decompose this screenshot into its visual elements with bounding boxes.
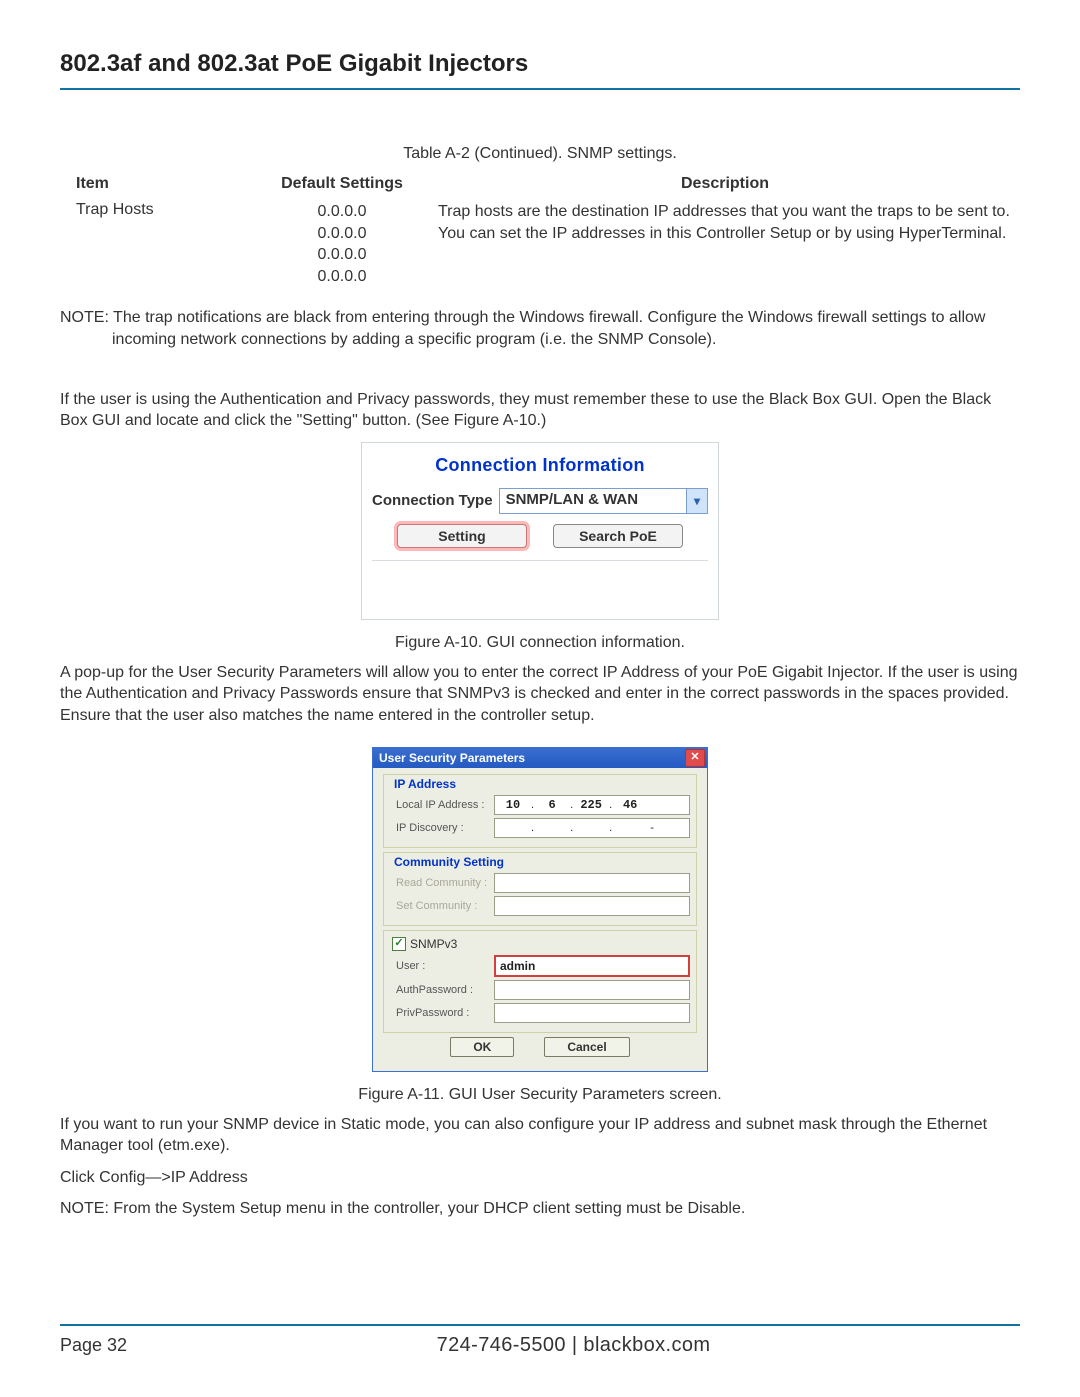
- figure-a11-caption: Figure A-11. GUI User Security Parameter…: [60, 1086, 1020, 1104]
- ip-octet[interactable]: 225: [577, 798, 605, 812]
- user-input[interactable]: admin: [494, 955, 690, 977]
- conn-type-label: Connection Type: [372, 492, 493, 509]
- figure-a10: Connection Information Connection Type S…: [60, 442, 1020, 620]
- conn-lower-panel: [372, 560, 708, 613]
- privpassword-label: PrivPassword :: [390, 1007, 494, 1019]
- page-number: Page 32: [60, 1335, 127, 1356]
- usp-titlebar: User Security Parameters ✕: [373, 748, 707, 768]
- cell-default: 0.0.0.0 0.0.0.0 0.0.0.0 0.0.0.0: [254, 201, 430, 291]
- paragraph: A pop-up for the User Security Parameter…: [60, 662, 1020, 727]
- th-desc: Description: [430, 175, 1020, 201]
- user-label: User :: [390, 960, 494, 972]
- ip-octet[interactable]: 10: [499, 798, 527, 812]
- set-community-input[interactable]: [494, 896, 690, 916]
- ip-discovery-label: IP Discovery :: [390, 822, 494, 834]
- page-footer: Page 32 724-746-5500 | blackbox.com: [60, 1324, 1020, 1357]
- set-community-label: Set Community :: [390, 900, 494, 912]
- figure-a10-caption: Figure A-10. GUI connection information.: [60, 634, 1020, 652]
- paragraph: If you want to run your SNMP device in S…: [60, 1114, 1020, 1157]
- community-heading: Community Setting: [394, 855, 690, 869]
- community-group: Community Setting Read Community : Set C…: [383, 852, 697, 926]
- read-community-input[interactable]: [494, 873, 690, 893]
- cell-desc: Trap hosts are the destination IP addres…: [430, 201, 1020, 291]
- th-item: Item: [60, 175, 254, 201]
- authpassword-label: AuthPassword :: [390, 984, 494, 996]
- table-note: NOTE: The trap notifications are black f…: [60, 307, 1020, 350]
- snmp-table: Item Default Settings Description Trap H…: [60, 175, 1020, 291]
- page-header: 802.3af and 802.3at PoE Gigabit Injector…: [60, 50, 1020, 90]
- table-caption: Table A-2 (Continued). SNMP settings.: [60, 145, 1020, 163]
- ip-octet[interactable]: 6: [538, 798, 566, 812]
- read-community-label: Read Community :: [390, 877, 494, 889]
- table-row: Trap Hosts 0.0.0.0 0.0.0.0 0.0.0.0 0.0.0…: [60, 201, 1020, 291]
- figure-a11: User Security Parameters ✕ IP Address Lo…: [60, 747, 1020, 1072]
- ok-button[interactable]: OK: [450, 1037, 514, 1057]
- search-poe-button[interactable]: Search PoE: [553, 524, 683, 548]
- ip-octet[interactable]: 46: [616, 798, 644, 812]
- privpassword-input[interactable]: [494, 1003, 690, 1023]
- cancel-button[interactable]: Cancel: [544, 1037, 629, 1057]
- paragraph: If the user is using the Authentication …: [60, 389, 1020, 432]
- ip-discovery-input[interactable]: . . . -: [494, 818, 690, 838]
- setting-button[interactable]: Setting: [397, 524, 527, 548]
- local-ip-label: Local IP Address :: [390, 799, 494, 811]
- ip-address-group: IP Address Local IP Address : 10. 6. 225…: [383, 774, 697, 848]
- snmpv3-checkbox[interactable]: ✓ SNMPv3: [392, 937, 690, 951]
- authpassword-input[interactable]: [494, 980, 690, 1000]
- th-default: Default Settings: [254, 175, 430, 201]
- close-icon[interactable]: ✕: [685, 749, 705, 767]
- footer-contact: 724-746-5500 | blackbox.com: [127, 1334, 1020, 1357]
- checkbox-checked-icon: ✓: [392, 937, 406, 951]
- snmpv3-label: SNMPv3: [410, 937, 457, 951]
- conn-type-select[interactable]: SNMP/LAN & WAN ▾: [499, 488, 708, 514]
- usp-title-text: User Security Parameters: [379, 751, 685, 765]
- local-ip-input[interactable]: 10. 6. 225. 46: [494, 795, 690, 815]
- paragraph: Click Config—>IP Address: [60, 1167, 1020, 1189]
- conn-type-value: SNMP/LAN & WAN: [500, 489, 686, 513]
- cell-item: Trap Hosts: [60, 201, 254, 291]
- conn-info-title: Connection Information: [372, 455, 708, 476]
- chevron-down-icon[interactable]: ▾: [686, 489, 707, 513]
- paragraph: NOTE: From the System Setup menu in the …: [60, 1198, 1020, 1220]
- ip-address-heading: IP Address: [394, 777, 690, 791]
- snmpv3-group: ✓ SNMPv3 User : admin AuthPassword : Pri…: [383, 930, 697, 1033]
